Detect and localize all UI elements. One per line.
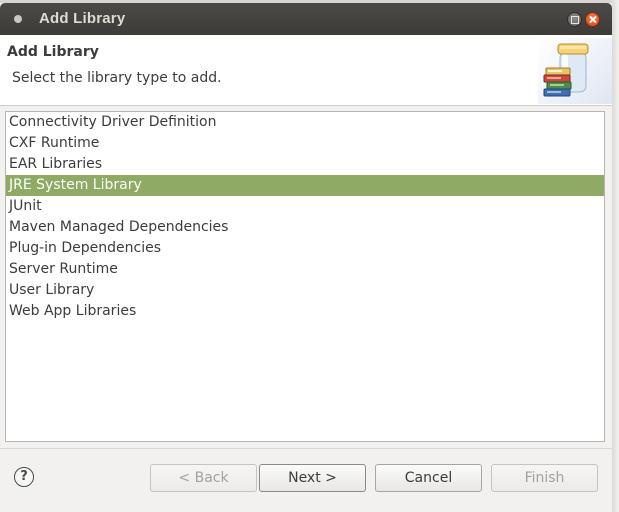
library-jar-books-icon [538, 38, 612, 104]
list-item[interactable]: Maven Managed Dependencies [6, 217, 604, 238]
list-item[interactable]: Connectivity Driver Definition [6, 112, 604, 133]
help-button[interactable]: ? [14, 467, 34, 487]
wizard-header: Add Library Select the library type to a… [0, 35, 612, 106]
list-item[interactable]: Web App Libraries [6, 301, 604, 322]
background-window-edge [612, 0, 619, 512]
library-type-list[interactable]: Connectivity Driver Definition CXF Runti… [5, 111, 605, 442]
maximize-button[interactable] [567, 12, 582, 27]
title-bar[interactable]: Add Library [0, 3, 612, 35]
list-item[interactable]: CXF Runtime [6, 133, 604, 154]
cancel-button[interactable]: Cancel [375, 464, 482, 492]
back-button[interactable]: < Back [150, 464, 257, 492]
list-item[interactable]: Server Runtime [6, 259, 604, 280]
help-icon: ? [20, 469, 28, 484]
finish-button[interactable]: Finish [491, 464, 598, 492]
next-button[interactable]: Next > [259, 464, 366, 492]
add-library-dialog: Add Library Add Library Select the libra… [0, 3, 612, 512]
wizard-page-title: Add Library [7, 44, 99, 60]
list-item[interactable]: User Library [6, 280, 604, 301]
window-menu-icon[interactable] [14, 15, 22, 23]
list-item-selected[interactable]: JRE System Library [6, 175, 604, 196]
list-item[interactable]: EAR Libraries [6, 154, 604, 175]
close-button[interactable] [585, 12, 600, 27]
wizard-page-description: Select the library type to add. [12, 70, 222, 86]
window-title: Add Library [39, 10, 126, 27]
list-item[interactable]: Plug-in Dependencies [6, 238, 604, 259]
list-item[interactable]: JUnit [6, 196, 604, 217]
button-bar-separator [0, 448, 612, 449]
